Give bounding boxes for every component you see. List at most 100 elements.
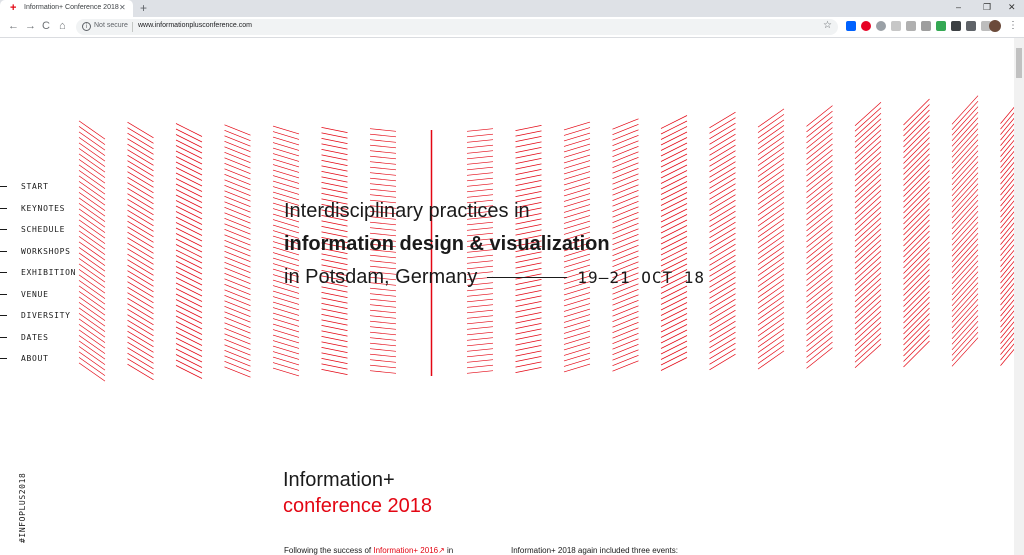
tab-close-icon[interactable]: ✕ <box>119 3 126 12</box>
hatch-line <box>757 136 785 155</box>
url-text[interactable]: www.informationplusconference.com <box>138 22 252 29</box>
hatch-line <box>1000 205 1014 223</box>
gray-g-icon[interactable] <box>921 21 931 31</box>
hatch-line <box>612 129 639 141</box>
home-button[interactable]: ⌂ <box>59 20 66 33</box>
hatch-line <box>175 365 203 379</box>
nav-item-start[interactable]: START <box>0 176 76 198</box>
gray-box-icon[interactable] <box>891 21 901 31</box>
hatch-line <box>78 219 106 239</box>
hatch-column <box>175 123 203 379</box>
hatch-line <box>903 340 930 368</box>
color-wheel-icon[interactable] <box>936 21 946 31</box>
omnibox-divider <box>132 22 133 32</box>
hatch-line <box>78 269 106 288</box>
scrollbar-thumb[interactable] <box>1016 48 1022 78</box>
hatch-line <box>903 269 930 296</box>
hatch-line <box>78 362 106 382</box>
hatch-line <box>757 174 785 194</box>
hatch-line <box>78 296 106 316</box>
hatch-line <box>175 260 203 275</box>
profile-avatar[interactable] <box>989 20 1001 32</box>
pinterest-icon[interactable] <box>861 21 871 31</box>
hatch-line <box>175 249 203 264</box>
info-icon[interactable]: i <box>82 22 91 31</box>
hatch-line <box>757 284 785 304</box>
dark-icon[interactable] <box>951 21 961 31</box>
info-2016-link[interactable]: Information+ 2016↗ <box>373 546 444 555</box>
hatch-line <box>806 143 833 166</box>
hatch-line <box>951 117 979 147</box>
hatch-line <box>515 367 542 373</box>
hatch-line <box>1000 321 1014 339</box>
restore-button[interactable]: ❐ <box>983 2 991 13</box>
hatch-line <box>612 145 639 158</box>
hatch-line <box>515 130 542 137</box>
hatch-line <box>951 150 979 180</box>
hatch-line <box>466 370 494 374</box>
hatch-line <box>1000 123 1014 141</box>
address-bar[interactable]: i Not secure www.informationplusconferen… <box>76 19 838 35</box>
close-window-button[interactable]: ✕ <box>1008 2 1016 13</box>
hatch-line <box>466 139 494 143</box>
browser-tab[interactable]: + Information+ Conference 2018 ✕ <box>0 0 133 17</box>
hatch-line <box>515 306 542 313</box>
new-tab-button[interactable]: + <box>140 1 147 15</box>
nav-item-keynotes[interactable]: KEYNOTES <box>0 198 76 220</box>
hatch-line <box>321 160 348 166</box>
browser-toolbar: ← → C ⌂ i Not secure www.informationplus… <box>0 17 1024 38</box>
forward-button[interactable]: → <box>25 20 36 33</box>
hatch-line <box>660 357 688 371</box>
hatch-line <box>806 204 833 226</box>
browser-menu-icon[interactable]: ⋮ <box>1008 20 1018 31</box>
hatch-line <box>903 296 930 324</box>
hatch-line <box>951 106 979 136</box>
hatch-line <box>515 328 542 335</box>
hatch-line <box>757 290 785 309</box>
hatch-line <box>175 205 203 220</box>
hatch-line <box>951 298 979 329</box>
hatch-line <box>175 233 203 247</box>
nav-item-diversity[interactable]: DIVERSITY <box>0 305 76 327</box>
hatch-line <box>806 116 833 138</box>
nav-item-venue[interactable]: VENUE <box>0 284 76 306</box>
hatch-line <box>757 180 785 199</box>
hatch-line <box>466 161 494 165</box>
nav-item-exhibition[interactable]: EXHIBITION <box>0 262 76 284</box>
hatch-line <box>175 161 203 176</box>
hatch-line <box>466 359 494 363</box>
tab-title: Information+ Conference 2018 <box>24 4 119 11</box>
bookmark-star-icon[interactable]: ☆ <box>823 20 832 31</box>
nav-item-schedule[interactable]: SCHEDULE <box>0 219 76 241</box>
nav-item-dates[interactable]: DATES <box>0 327 76 349</box>
page-scrollbar[interactable] <box>1014 38 1024 555</box>
hatch-line <box>806 248 833 270</box>
hatch-line <box>175 123 203 137</box>
back-button[interactable]: ← <box>8 20 19 33</box>
mail-icon[interactable] <box>966 21 976 31</box>
minimize-button[interactable]: – <box>956 2 961 12</box>
hatch-line <box>903 142 930 170</box>
hatch-line <box>612 316 639 328</box>
hatch-line <box>757 240 785 260</box>
gray-circle-icon[interactable] <box>876 21 886 31</box>
hatch-line <box>515 301 542 307</box>
reload-button[interactable]: C <box>42 20 50 33</box>
hatch-line <box>660 318 688 333</box>
hatch-line <box>612 123 639 136</box>
hatch-line <box>757 350 785 370</box>
hatch-line <box>903 285 930 313</box>
hatch-line <box>903 219 930 247</box>
nav-item-workshops[interactable]: WORKSHOPS <box>0 241 76 263</box>
hatch-line <box>951 232 979 263</box>
hatch-line <box>806 242 833 265</box>
hatch-line <box>903 236 930 263</box>
hatch-line <box>515 295 542 302</box>
hatch-line <box>903 197 930 225</box>
nav-item-about[interactable]: ABOUT <box>0 348 76 370</box>
hatch-line <box>369 298 397 303</box>
hatch-line <box>903 120 930 148</box>
dropbox-icon[interactable] <box>846 21 856 31</box>
hero-location: in Potsdam, Germany <box>284 266 478 288</box>
gray-square-icon[interactable] <box>906 21 916 31</box>
